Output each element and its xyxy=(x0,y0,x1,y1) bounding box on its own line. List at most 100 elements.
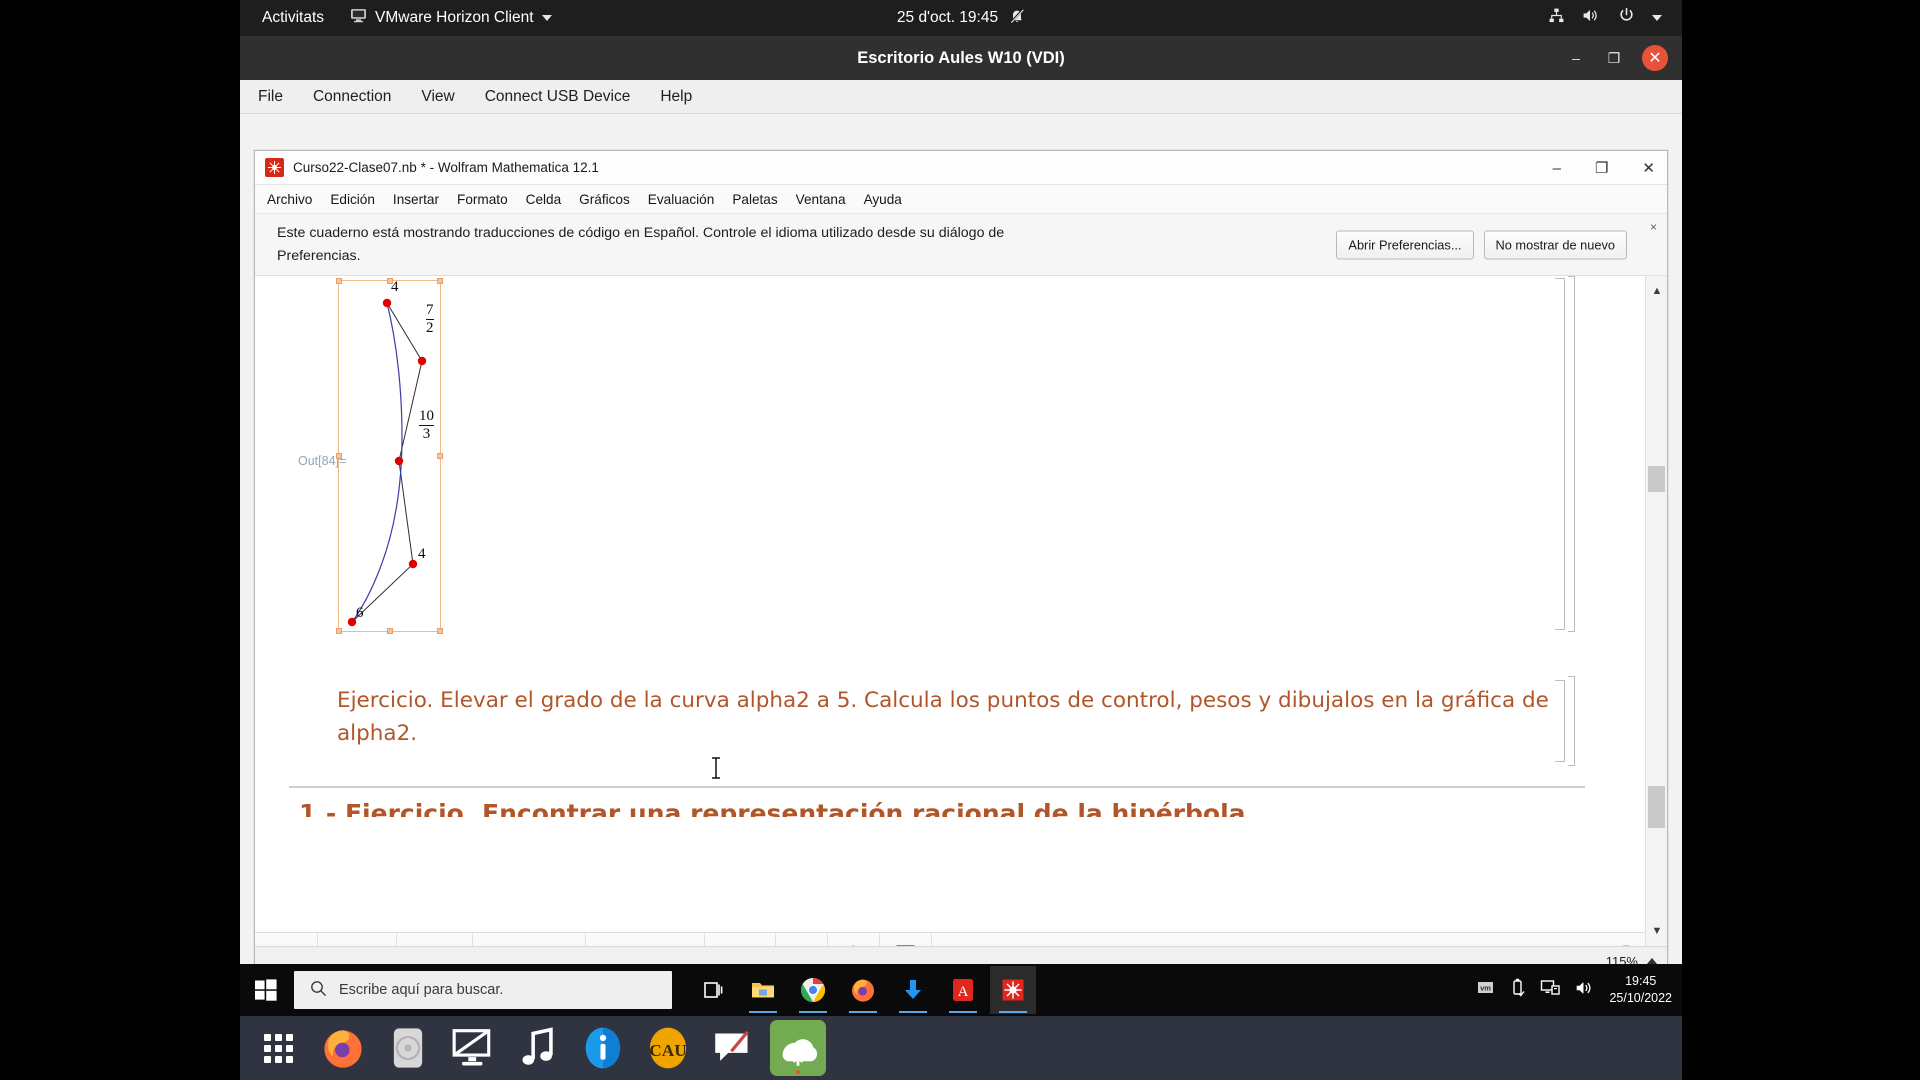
menu-ventana[interactable]: Ventana xyxy=(796,192,846,207)
notebook-canvas[interactable]: Out[84]= 4 7 2 10 3 4 6 Ejercicio. Eleva… xyxy=(255,276,1645,932)
mathematica-icon[interactable] xyxy=(990,966,1036,1014)
scrollbar-thumb[interactable] xyxy=(1648,786,1665,828)
network-icon[interactable] xyxy=(1548,7,1565,29)
exercise-text-cell[interactable]: Ejercicio. Elevar el grado de la curva a… xyxy=(337,684,1585,751)
close-button[interactable]: ✕ xyxy=(1642,159,1655,177)
cell-bracket-group[interactable] xyxy=(1568,276,1575,632)
gnome-clock[interactable]: 25 d'oct. 19:45 xyxy=(897,9,998,27)
active-indicator xyxy=(999,1010,1027,1013)
gnome-top-bar: Activitats VMware Horizon Client 25 d'oc… xyxy=(240,0,1682,36)
windows-taskbar: Escribe aquí para buscar. A vm 19:45 25/… xyxy=(240,964,1682,1016)
info-icon[interactable] xyxy=(575,1020,631,1076)
scroll-down-icon[interactable]: ▼ xyxy=(1646,920,1667,942)
menu-file[interactable]: File xyxy=(256,85,285,109)
usb-icon[interactable] xyxy=(1509,978,1526,1003)
active-indicator xyxy=(749,1010,777,1013)
next-section-title: 1.- Ejercicio. Encontrar una representac… xyxy=(299,799,1256,817)
mathematica-menubar: Archivo Edición Insertar Formato Celda G… xyxy=(255,185,1667,214)
control-point xyxy=(417,356,427,366)
menu-evaluacion[interactable]: Evaluación xyxy=(648,192,715,207)
firefox-icon[interactable] xyxy=(315,1020,371,1076)
scrollbar-thumb[interactable] xyxy=(1648,466,1665,492)
downloads-icon[interactable] xyxy=(890,966,936,1014)
file-explorer-icon[interactable] xyxy=(740,966,786,1014)
monitor-icon xyxy=(350,7,367,29)
svg-text:A: A xyxy=(958,984,969,1000)
chrome-icon[interactable] xyxy=(790,966,836,1014)
control-point xyxy=(408,559,418,569)
volume-icon[interactable] xyxy=(1582,7,1601,29)
fraction-numerator: 7 xyxy=(426,302,434,318)
task-view-icon[interactable] xyxy=(690,966,736,1014)
power-icon[interactable] xyxy=(1618,7,1635,29)
active-indicator xyxy=(799,1010,827,1013)
menu-celda[interactable]: Celda xyxy=(526,192,562,207)
app-menu-button[interactable]: VMware Horizon Client xyxy=(350,7,552,29)
ubuntu-dock: CAU xyxy=(240,1016,1682,1080)
activities-button[interactable]: Activitats xyxy=(262,9,324,27)
wolfram-spikey-icon xyxy=(265,158,284,177)
disk-icon[interactable] xyxy=(380,1020,436,1076)
dont-show-again-button[interactable]: No mostrar de nuevo xyxy=(1483,230,1627,259)
ubuntu-desktop: Activitats VMware Horizon Client 25 d'oc… xyxy=(240,0,1682,1080)
clock-date: 25/10/2022 xyxy=(1609,991,1672,1005)
fraction-numerator: 10 xyxy=(419,408,434,424)
notebook-scrollbar[interactable]: ▲ ▼ xyxy=(1645,276,1667,976)
screen: Activitats VMware Horizon Client 25 d'oc… xyxy=(0,0,1920,1080)
menu-ayuda[interactable]: Ayuda xyxy=(864,192,902,207)
running-indicator xyxy=(796,1070,800,1074)
music-icon[interactable] xyxy=(510,1020,566,1076)
scroll-up-icon[interactable]: ▲ xyxy=(1646,280,1667,302)
menu-paletas[interactable]: Paletas xyxy=(732,192,777,207)
horizon-window-title: Escritorio Aules W10 (VDI) xyxy=(857,48,1065,67)
app-menu-label: VMware Horizon Client xyxy=(375,9,534,26)
vm-icon[interactable]: vm xyxy=(1476,978,1495,1002)
menu-help[interactable]: Help xyxy=(658,85,694,109)
close-button[interactable]: ✕ xyxy=(1642,45,1668,71)
maximize-button[interactable]: ❐ xyxy=(1595,159,1608,177)
volume-icon[interactable] xyxy=(1575,979,1595,1002)
menu-connect-usb-device[interactable]: Connect USB Device xyxy=(483,85,633,109)
menu-insertar[interactable]: Insertar xyxy=(393,192,439,207)
svg-text:vm: vm xyxy=(1481,983,1492,992)
maximize-button[interactable]: ❐ xyxy=(1604,48,1624,68)
weight-label-p4: 6 xyxy=(356,605,364,621)
menu-edicion[interactable]: Edición xyxy=(330,192,375,207)
remote-desktop-icon[interactable] xyxy=(445,1020,501,1076)
network-display-icon[interactable] xyxy=(1540,978,1561,1002)
show-applications-icon[interactable] xyxy=(250,1020,306,1076)
weight-label-p1: 7 2 xyxy=(426,302,434,337)
notification-buttons: Abrir Preferencias... No mostrar de nuev… xyxy=(1336,230,1627,259)
graphics-output-cell[interactable]: 4 7 2 10 3 4 6 xyxy=(336,278,443,634)
mathematica-window: Curso22-Clase07.nb * - Wolfram Mathemati… xyxy=(254,150,1668,976)
menu-view[interactable]: View xyxy=(419,85,456,109)
open-preferences-button[interactable]: Abrir Preferencias... xyxy=(1336,230,1474,259)
feedback-icon[interactable] xyxy=(705,1020,761,1076)
cell-bracket[interactable] xyxy=(1555,278,1565,630)
taskbar-apps: A xyxy=(690,964,1036,1016)
cell-bracket[interactable] xyxy=(1555,680,1565,762)
fraction-denominator: 3 xyxy=(419,424,434,443)
minimize-button[interactable]: – xyxy=(1566,48,1586,68)
text-cursor-icon xyxy=(712,757,720,779)
vmware-horizon-icon[interactable] xyxy=(770,1020,826,1076)
fraction-denominator: 2 xyxy=(426,318,434,336)
cell-bracket-group[interactable] xyxy=(1568,676,1575,766)
minimize-button[interactable]: – xyxy=(1553,160,1561,177)
menu-formato[interactable]: Formato xyxy=(457,192,508,207)
menu-graficos[interactable]: Gráficos xyxy=(579,192,630,207)
taskbar-clock[interactable]: 19:45 25/10/2022 xyxy=(1609,973,1672,1007)
menu-archivo[interactable]: Archivo xyxy=(267,192,312,207)
firefox-icon[interactable] xyxy=(840,966,886,1014)
windows-start-icon[interactable] xyxy=(240,964,292,1016)
acrobat-reader-icon[interactable]: A xyxy=(940,966,986,1014)
mathematica-window-title: Curso22-Clase07.nb * - Wolfram Mathemati… xyxy=(293,160,599,175)
close-icon[interactable]: × xyxy=(1650,220,1657,234)
chevron-down-icon[interactable] xyxy=(1652,15,1662,21)
menu-connection[interactable]: Connection xyxy=(311,85,393,109)
clock-time: 19:45 xyxy=(1625,974,1657,989)
cau-icon[interactable]: CAU xyxy=(640,1020,696,1076)
horizon-window-controls: – ❐ ✕ xyxy=(1566,36,1668,80)
search-input[interactable]: Escribe aquí para buscar. xyxy=(294,971,672,1009)
taskbar-tray: vm 19:45 25/10/2022 xyxy=(1476,964,1672,1016)
